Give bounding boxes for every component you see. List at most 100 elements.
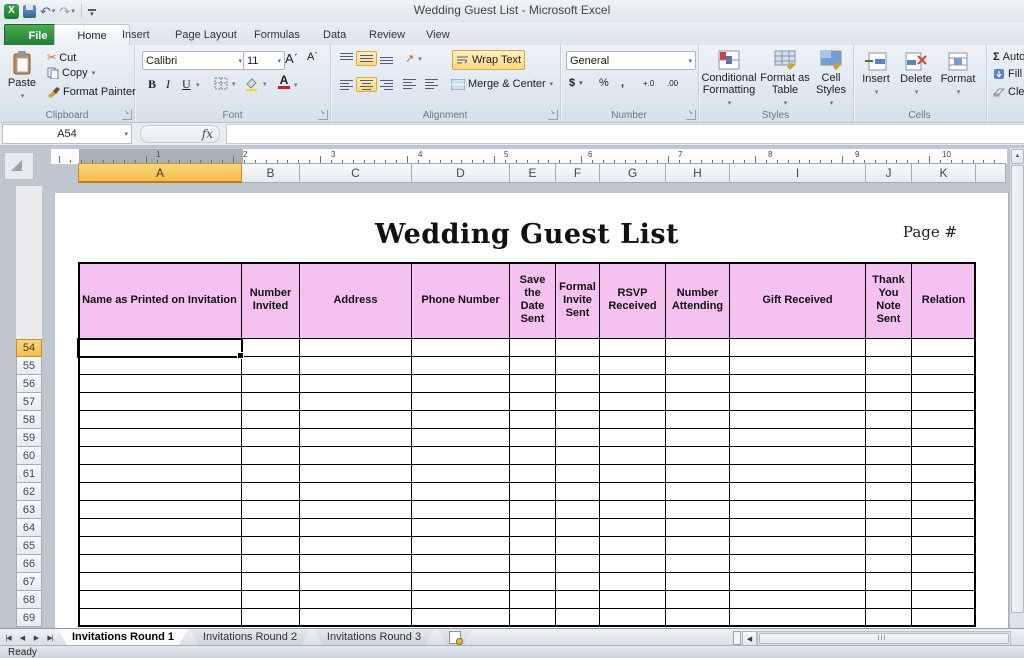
alignment-dialog-launcher[interactable]: ↘	[548, 110, 558, 120]
grid-cell-A62[interactable]	[78, 483, 242, 501]
row-header-58[interactable]: 58	[16, 411, 42, 429]
grid-cell-G62[interactable]	[600, 483, 666, 501]
grid-cell-K69[interactable]	[912, 609, 976, 627]
grid-cell-A64[interactable]	[78, 519, 242, 537]
grid-cell-C64[interactable]	[300, 519, 412, 537]
grid-cell-D67[interactable]	[412, 573, 510, 591]
row-header-66[interactable]: 66	[16, 555, 42, 573]
table-header-cell[interactable]: Relation	[912, 262, 976, 339]
table-header-cell[interactable]: Number Invited	[242, 262, 300, 339]
grid-cell-B59[interactable]	[242, 429, 300, 447]
grid-cell-C65[interactable]	[300, 537, 412, 555]
font-size-select[interactable]: 11▾	[243, 51, 285, 70]
row-header-68[interactable]: 68	[16, 591, 42, 609]
decrease-decimal-button[interactable]: .00	[664, 78, 681, 89]
grid-cell-F64[interactable]	[556, 519, 600, 537]
grid-cell-F57[interactable]	[556, 393, 600, 411]
grid-cell-D63[interactable]	[412, 501, 510, 519]
table-header-cell[interactable]: Address	[300, 262, 412, 339]
column-header-E[interactable]: E	[510, 163, 556, 183]
grid-cell-I58[interactable]	[730, 411, 866, 429]
sheet-tab-invitations-round-2[interactable]: Invitations Round 2	[190, 629, 310, 645]
grid-cell-G69[interactable]	[600, 609, 666, 627]
tab-view[interactable]: View	[414, 24, 462, 45]
tab-insert[interactable]: Insert	[110, 24, 162, 45]
grid-cell-A59[interactable]	[78, 429, 242, 447]
grid-cell-G54[interactable]	[600, 339, 666, 357]
grid-cell-I54[interactable]	[730, 339, 866, 357]
grid-cell-D55[interactable]	[412, 357, 510, 375]
row-header-67[interactable]: 67	[16, 573, 42, 591]
grid-cell-D58[interactable]	[412, 411, 510, 429]
tab-review[interactable]: Review	[357, 24, 417, 45]
grid-cell-I65[interactable]	[730, 537, 866, 555]
grid-cell-A58[interactable]	[78, 411, 242, 429]
grid-cell-B55[interactable]	[242, 357, 300, 375]
grid-cell-C62[interactable]	[300, 483, 412, 501]
row-header-62[interactable]: 62	[16, 483, 42, 501]
delete-cells-button[interactable]: Delete▾	[897, 49, 935, 99]
grid-cell-B56[interactable]	[242, 375, 300, 393]
grid-cell-K63[interactable]	[912, 501, 976, 519]
grid-cell-D59[interactable]	[412, 429, 510, 447]
tab-page-layout[interactable]: Page Layout	[163, 24, 249, 45]
grid-cell-K62[interactable]	[912, 483, 976, 501]
grid-cell-J60[interactable]	[866, 447, 912, 465]
grid-cell-J54[interactable]	[866, 339, 912, 357]
comma-button[interactable]: ,	[618, 76, 627, 90]
sheet-tab-invitations-round-1[interactable]: Invitations Round 1	[58, 629, 188, 645]
grid-cell-G55[interactable]	[600, 357, 666, 375]
grid-cell-A55[interactable]	[78, 357, 242, 375]
column-header-B[interactable]: B	[242, 163, 300, 183]
grid-cell-J68[interactable]	[866, 591, 912, 609]
grid-cell-H63[interactable]	[666, 501, 730, 519]
table-header-cell[interactable]: Save the Date Sent	[510, 262, 556, 339]
grid-cell-J63[interactable]	[866, 501, 912, 519]
grid-cell-F63[interactable]	[556, 501, 600, 519]
grid-cell-C57[interactable]	[300, 393, 412, 411]
row-header-57[interactable]: 57	[16, 393, 42, 411]
align-right-button[interactable]	[376, 77, 397, 92]
row-header-69[interactable]: 69	[16, 609, 42, 627]
grid-cell-J56[interactable]	[866, 375, 912, 393]
grid-cell-G61[interactable]	[600, 465, 666, 483]
next-sheet-button[interactable]: ▶	[30, 631, 42, 644]
grid-cell-H62[interactable]	[666, 483, 730, 501]
grid-cell-C55[interactable]	[300, 357, 412, 375]
grid-cell-C67[interactable]	[300, 573, 412, 591]
grid-cell-H57[interactable]	[666, 393, 730, 411]
grid-cell-G67[interactable]	[600, 573, 666, 591]
grid-cell-A67[interactable]	[78, 573, 242, 591]
cell-styles-button[interactable]: Cell Styles▾	[811, 47, 851, 110]
grid-cell-J66[interactable]	[866, 555, 912, 573]
underline-button[interactable]: U	[179, 76, 194, 93]
cut-button[interactable]: ✂Cut	[44, 50, 79, 65]
grid-cell-J64[interactable]	[866, 519, 912, 537]
format-painter-button[interactable]: Format Painter	[44, 85, 139, 99]
grid-cell-H67[interactable]	[666, 573, 730, 591]
grid-cell-F54[interactable]	[556, 339, 600, 357]
grid-cell-A56[interactable]	[78, 375, 242, 393]
font-family-select[interactable]: Calibri▾	[142, 51, 246, 70]
grid-cell-D69[interactable]	[412, 609, 510, 627]
grid-cell-I57[interactable]	[730, 393, 866, 411]
row-header-65[interactable]: 65	[16, 537, 42, 555]
grid-cell-B54[interactable]	[242, 339, 300, 357]
grid-cell-K54[interactable]	[912, 339, 976, 357]
grid-cell-H66[interactable]	[666, 555, 730, 573]
font-color-button[interactable]: A	[275, 74, 293, 90]
column-header-A[interactable]: A	[78, 163, 242, 183]
bold-button[interactable]: B	[145, 76, 159, 93]
grid-cell-K64[interactable]	[912, 519, 976, 537]
column-header-F[interactable]: F	[556, 163, 600, 183]
grid-cell-D64[interactable]	[412, 519, 510, 537]
last-sheet-button[interactable]: ▶|	[44, 631, 56, 644]
grid-cell-I64[interactable]	[730, 519, 866, 537]
grid-cell-A69[interactable]	[78, 609, 242, 627]
grid-cell-E57[interactable]	[510, 393, 556, 411]
grid-cell-B60[interactable]	[242, 447, 300, 465]
align-left-button[interactable]	[336, 77, 357, 92]
row-header-63[interactable]: 63	[16, 501, 42, 519]
fill-button[interactable]: Fill▾	[990, 67, 1024, 81]
grid-cell-A54[interactable]	[78, 339, 242, 357]
